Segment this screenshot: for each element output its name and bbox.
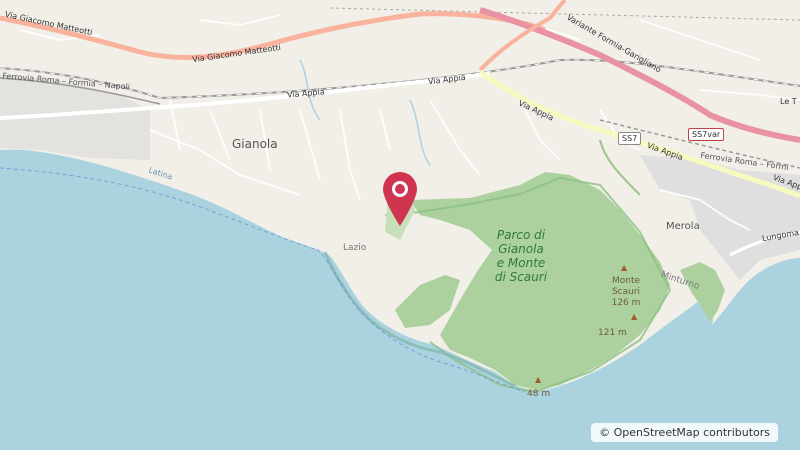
map-canvas[interactable]: Gianola Latina Lazio Parco di Gianola e … [0, 0, 800, 450]
park-label-line-2: Gianola [498, 242, 544, 256]
road-shield-ss7var: SS7var [688, 128, 725, 141]
region-label-lazio: Lazio [343, 243, 367, 253]
peak-elevation-48: 48 m [527, 389, 551, 399]
map-pin-icon[interactable] [380, 170, 420, 228]
peak-triangle-icon: ▲ [621, 263, 628, 272]
peak-name-line-1: Monte [611, 276, 641, 286]
place-label-gianola: Gianola [232, 137, 278, 151]
park-label-line-1: Parco di [496, 228, 546, 242]
peak-triangle-icon-3: ▲ [535, 375, 542, 384]
park-label-line-3: e Monte [496, 256, 546, 270]
attribution[interactable]: © OpenStreetMap contributors [591, 423, 778, 442]
road-shield-ss7: SS7 [618, 132, 642, 145]
peak-label-monte-scauri: Monte Scauri 126 m [606, 276, 646, 309]
peak-elevation-121: 121 m [598, 328, 627, 338]
peak-elevation-126: 126 m [611, 298, 641, 308]
park-label-line-4: di Scauri [494, 270, 548, 284]
peak-triangle-icon-2: ▲ [631, 312, 638, 321]
place-label-merola: Merola [666, 221, 700, 232]
park-label: Parco di Gianola e Monte di Scauri [466, 228, 576, 284]
peak-name-line-2: Scauri [611, 287, 641, 297]
place-label-le-t: Le T [780, 97, 797, 106]
